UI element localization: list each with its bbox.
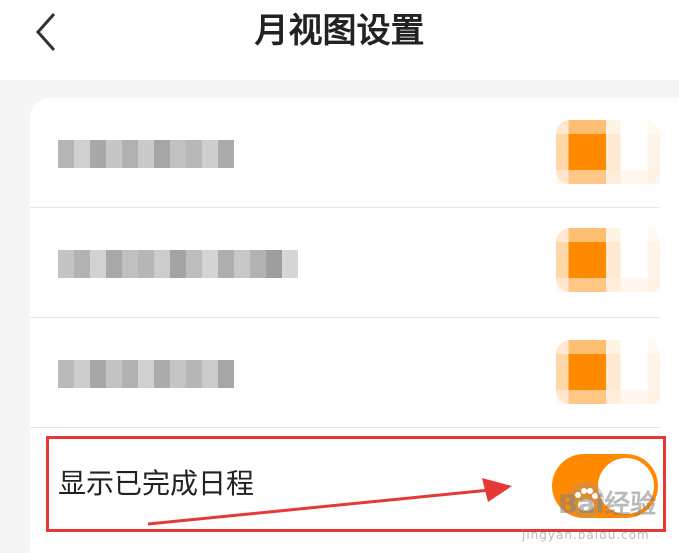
page-title: 月视图设置 <box>254 11 425 51</box>
row-1-toggle[interactable] <box>556 120 660 184</box>
app-header: 月视图设置 <box>0 0 679 80</box>
settings-row-3 <box>30 318 660 428</box>
blurred-label <box>58 360 234 388</box>
row-2-toggle[interactable] <box>556 228 660 292</box>
watermark-brand: Bai经验 <box>558 490 657 520</box>
row-3-toggle[interactable] <box>556 340 660 404</box>
watermark: Bai经验 jingyan.baidu.com <box>518 476 678 548</box>
blurred-label <box>58 250 298 278</box>
blurred-label <box>58 140 234 168</box>
settings-row-1 <box>30 98 660 208</box>
watermark-url: jingyan.baidu.com <box>522 528 650 542</box>
annotation-arrow-icon <box>147 478 512 526</box>
settings-row-2 <box>30 208 660 318</box>
